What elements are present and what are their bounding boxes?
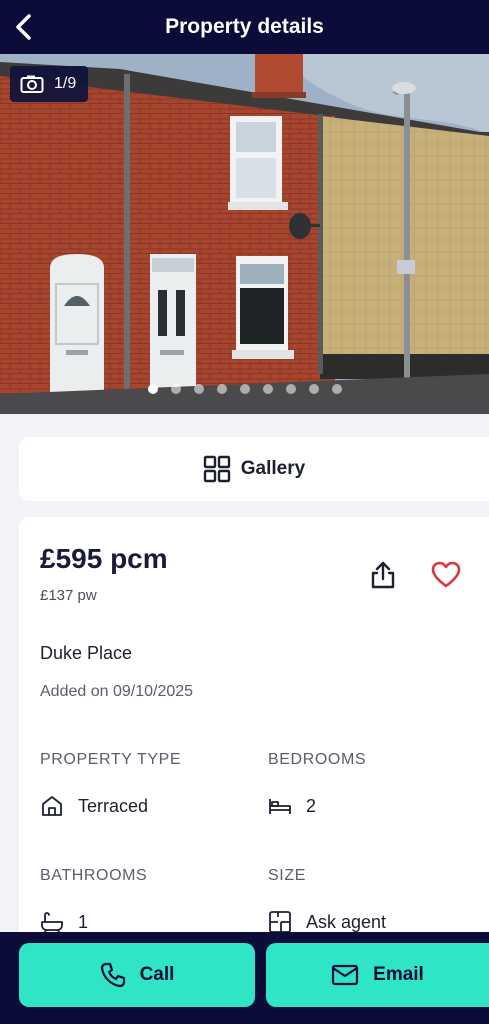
back-button[interactable] bbox=[6, 9, 42, 45]
property-photo[interactable]: 1/9 bbox=[0, 54, 489, 414]
added-date: Added on 09/10/2025 bbox=[40, 683, 194, 700]
pagination-dot[interactable] bbox=[193, 384, 204, 394]
bedrooms-value: 2 bbox=[268, 794, 316, 818]
mail-icon bbox=[332, 964, 359, 986]
price-monthly: £595 pcm bbox=[40, 543, 168, 574]
email-label: Email bbox=[373, 964, 424, 985]
house-photo-image bbox=[0, 54, 489, 414]
bathrooms-label: BATHROOMS bbox=[40, 867, 148, 884]
size-label: SIZE bbox=[268, 867, 306, 884]
call-button[interactable]: Call bbox=[19, 943, 255, 1007]
property-type-text: Terraced bbox=[78, 795, 149, 816]
listing-details-card: £595 pcm £137 pw Duke Place Added on 09/… bbox=[19, 517, 489, 947]
house-icon bbox=[40, 794, 64, 818]
bath-icon bbox=[40, 910, 64, 934]
pagination-dot[interactable] bbox=[239, 384, 250, 394]
size-value: Ask agent bbox=[268, 910, 386, 934]
pagination-dot[interactable] bbox=[170, 384, 181, 394]
bathrooms-value: 1 bbox=[40, 910, 88, 934]
pagination-dot[interactable] bbox=[262, 384, 273, 394]
bedrooms-text: 2 bbox=[306, 795, 317, 816]
bed-icon bbox=[268, 794, 292, 818]
bedrooms-label: BEDROOMS bbox=[268, 751, 367, 768]
share-icon bbox=[371, 561, 395, 589]
photo-counter: 1/9 bbox=[10, 66, 89, 102]
camera-icon bbox=[20, 75, 44, 93]
floorplan-icon bbox=[268, 910, 292, 934]
heart-icon bbox=[431, 561, 461, 588]
pagination-dot[interactable] bbox=[285, 384, 296, 394]
email-button[interactable]: Email bbox=[266, 943, 489, 1007]
photo-counter-text: 1/9 bbox=[54, 75, 77, 92]
phone-icon bbox=[100, 962, 125, 988]
property-type-value: Terraced bbox=[40, 794, 148, 818]
property-type-label: PROPERTY TYPE bbox=[40, 751, 182, 768]
favourite-button[interactable] bbox=[429, 559, 463, 591]
share-button[interactable] bbox=[367, 559, 399, 591]
price-weekly: £137 pw bbox=[40, 587, 97, 604]
size-text: Ask agent bbox=[306, 911, 387, 932]
bathrooms-text: 1 bbox=[78, 911, 89, 932]
action-bar: Call Email bbox=[0, 932, 489, 1024]
chevron-left-icon bbox=[16, 14, 31, 40]
call-label: Call bbox=[139, 964, 175, 985]
pagination-dot[interactable] bbox=[308, 384, 319, 394]
pagination-dot[interactable] bbox=[216, 384, 227, 394]
photo-pagination bbox=[0, 384, 489, 394]
pagination-dot[interactable] bbox=[147, 384, 158, 394]
pagination-dot[interactable] bbox=[331, 384, 342, 394]
app-header: Property details bbox=[0, 0, 489, 54]
grid-icon bbox=[203, 455, 230, 483]
gallery-button[interactable]: Gallery bbox=[19, 437, 489, 501]
property-address: Duke Place bbox=[40, 643, 133, 663]
page-title: Property details bbox=[165, 15, 324, 38]
gallery-label: Gallery bbox=[240, 458, 306, 479]
